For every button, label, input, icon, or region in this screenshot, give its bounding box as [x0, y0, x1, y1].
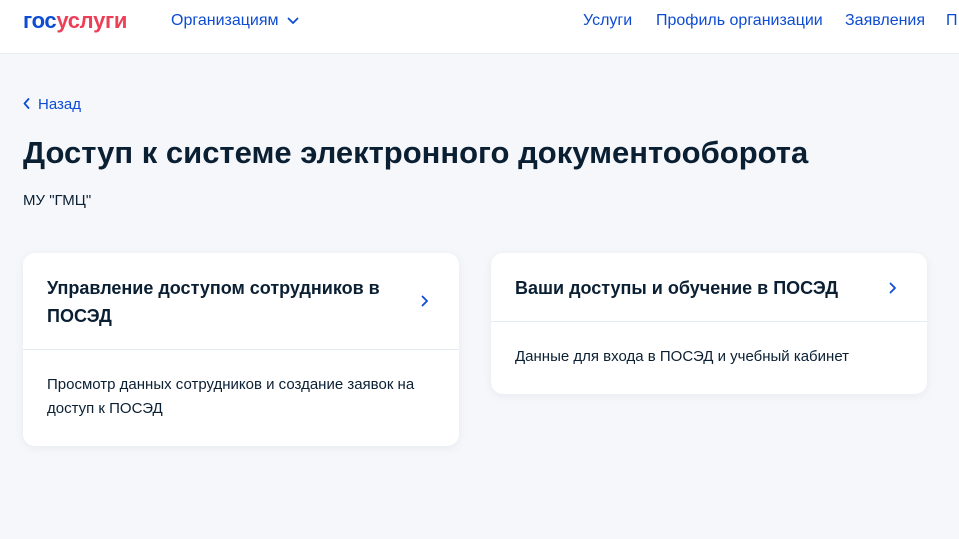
- chevron-right-icon: [421, 294, 429, 312]
- chevron-right-icon: [889, 281, 897, 299]
- organizations-menu[interactable]: Организациям: [171, 11, 299, 31]
- card-title: Управление доступом сотрудников в ПОСЭД: [47, 278, 380, 326]
- organization-name: МУ "ГМЦ": [23, 192, 92, 209]
- nav-truncated-item[interactable]: П: [946, 11, 958, 31]
- nav-applications[interactable]: Заявления: [845, 11, 925, 31]
- chevron-down-icon: [287, 17, 299, 25]
- card-description: Просмотр данных сотрудников и создание з…: [47, 376, 415, 417]
- back-link[interactable]: Назад: [23, 95, 81, 115]
- nav-services[interactable]: Услуги: [583, 11, 632, 31]
- nav-organization-profile[interactable]: Профиль организации: [656, 11, 823, 31]
- card-your-access-and-training[interactable]: Ваши доступы и обучение в ПОСЭД Данные д…: [491, 253, 927, 394]
- top-header: госуслуги Организациям Услуги Профиль ор…: [0, 0, 959, 54]
- card-description: Данные для входа в ПОСЭД и учебный кабин…: [515, 348, 850, 365]
- card-employee-access-management[interactable]: Управление доступом сотрудников в ПОСЭД …: [23, 253, 459, 446]
- organizations-menu-label: Организациям: [171, 12, 279, 29]
- card-title: Ваши доступы и обучение в ПОСЭД: [515, 278, 839, 298]
- card-header: Ваши доступы и обучение в ПОСЭД: [491, 253, 927, 322]
- page-title: Доступ к системе электронного документоо…: [23, 135, 809, 170]
- card-header: Управление доступом сотрудников в ПОСЭД: [23, 253, 459, 350]
- chevron-left-icon: [23, 95, 30, 115]
- back-link-label: Назад: [38, 96, 81, 113]
- gosuslugi-logo[interactable]: госуслуги: [23, 8, 127, 34]
